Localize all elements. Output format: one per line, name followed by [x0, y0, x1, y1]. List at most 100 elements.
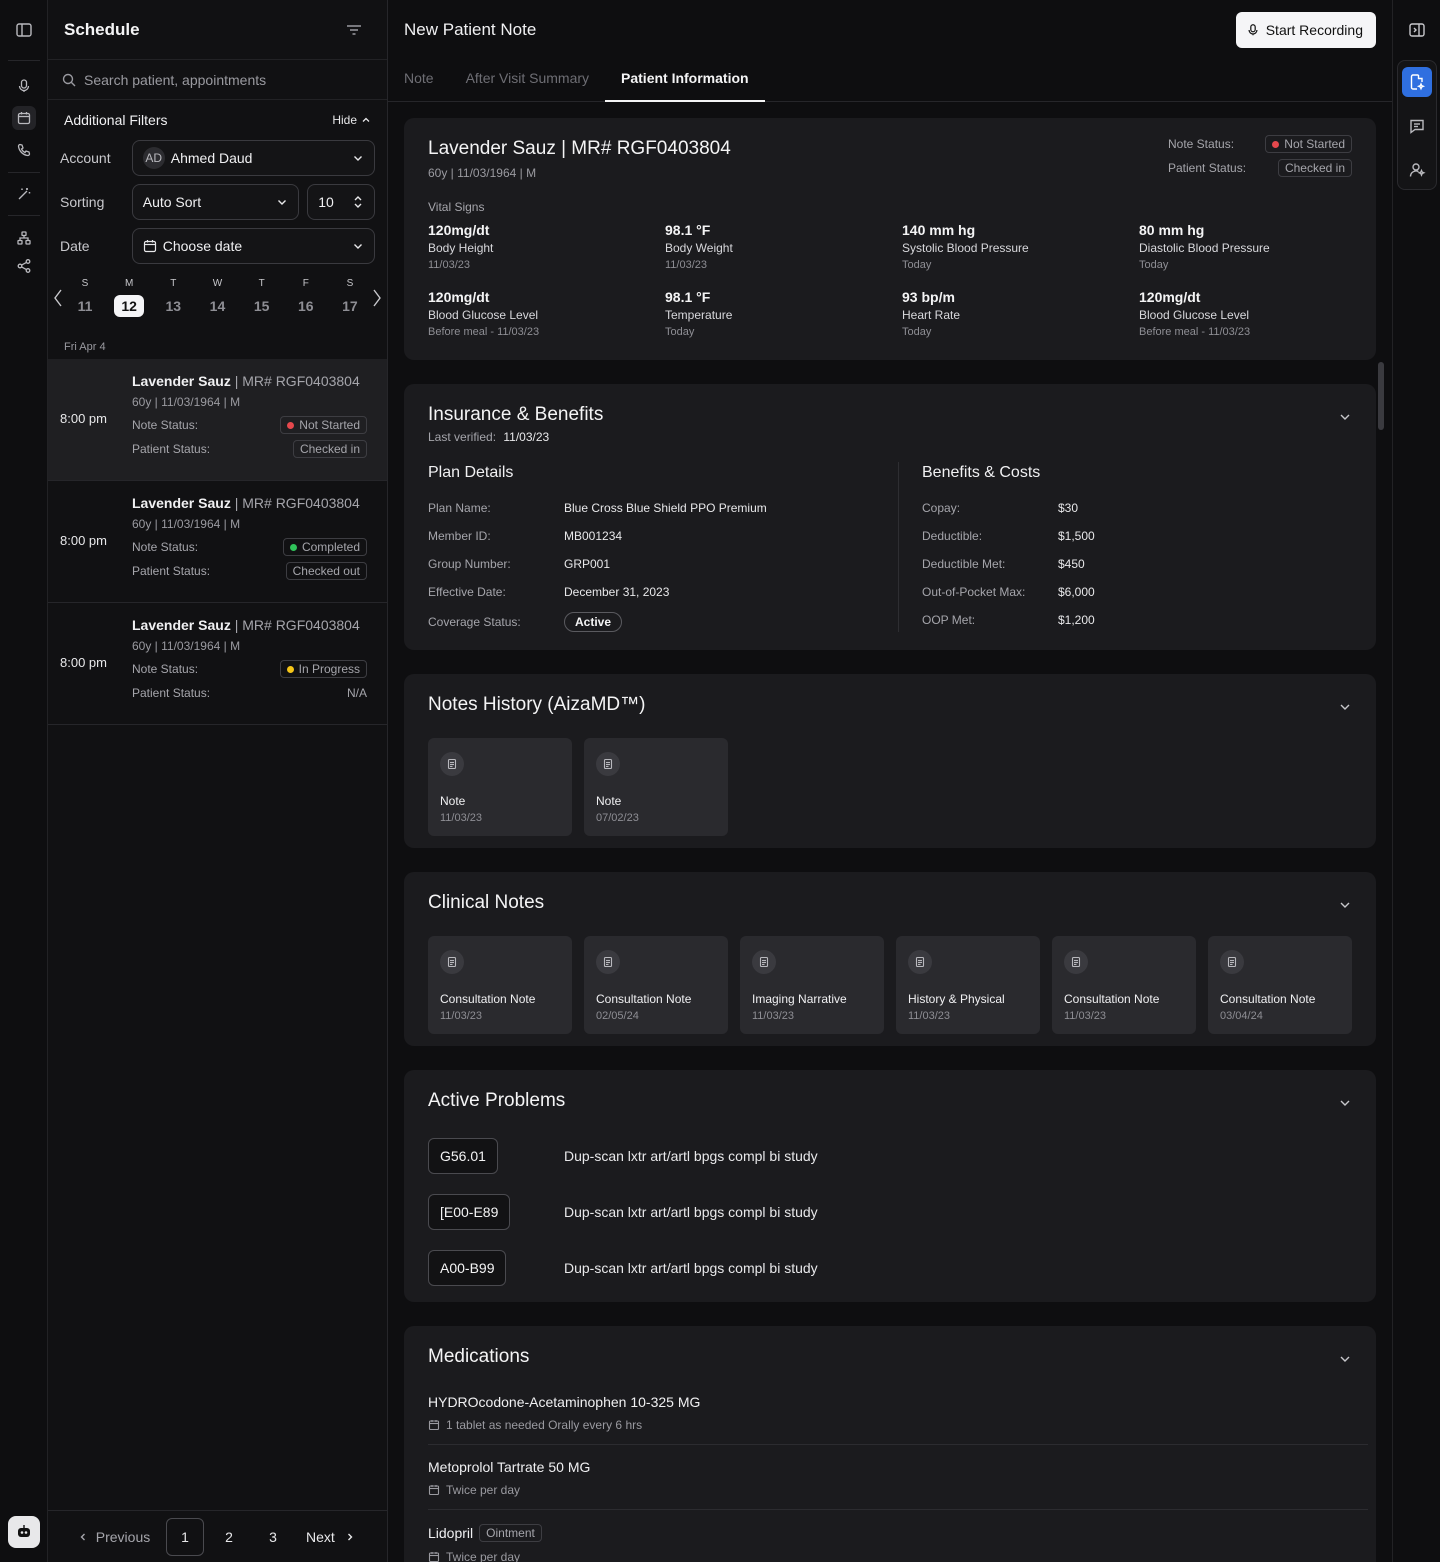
detail-label: Plan Name:	[428, 501, 491, 515]
user-sparkle-icon[interactable]	[1402, 155, 1432, 185]
chevron-down-icon[interactable]	[1338, 700, 1352, 714]
patient-status-block: Note Status: Not Started Patient Status:…	[1168, 134, 1352, 178]
calendar-day[interactable]: T 13	[158, 278, 188, 317]
page-2-button[interactable]: 2	[210, 1518, 248, 1556]
appointment-item[interactable]: 8:00 pm Lavender Sauz | MR# RGF0403804 60y…	[48, 603, 387, 725]
week-calendar: S 11 M 12 T 13 W 14 T 15 F 16 S 17	[48, 278, 387, 317]
vital-date: Before meal - 11/03/23	[1139, 326, 1251, 338]
note-tile[interactable]: Consultation Note 11/03/23	[1052, 936, 1196, 1034]
hide-filters-button[interactable]: Hide	[332, 113, 371, 127]
detail-label: Effective Date:	[428, 585, 506, 599]
clinical-notes-list: Consultation Note 11/03/23 Consultation No…	[428, 936, 1352, 1034]
patient-demographics: 60y | 11/03/1964 | M	[132, 639, 241, 653]
status-dot	[287, 421, 295, 429]
collapse-panel-icon[interactable]	[1408, 21, 1426, 39]
appointment-item[interactable]: 8:00 pm Lavender Sauz | MR# RGF0403804 60y…	[48, 481, 387, 603]
note-status-label: Note Status:	[132, 418, 199, 432]
detail-value: $6,000	[1058, 585, 1095, 599]
toggle-sidebar-icon[interactable]	[12, 18, 36, 42]
calendar-day[interactable]: T 15	[247, 278, 277, 317]
tab-note[interactable]: Note	[404, 60, 434, 102]
note-tile[interactable]: Note 07/02/23	[584, 738, 728, 836]
document-sparkle-icon[interactable]	[1402, 67, 1432, 97]
detail-value: $450	[1058, 557, 1085, 571]
chevron-down-icon[interactable]	[1338, 1352, 1352, 1366]
calendar-day[interactable]: F 16	[291, 278, 321, 317]
calendar-icon	[428, 1419, 440, 1431]
chevron-right-icon	[347, 1533, 353, 1540]
calendar-icon[interactable]	[12, 106, 36, 130]
appointment-item[interactable]: 8:00 pm Lavender Sauz | MR# RGF0403804 60y…	[48, 359, 387, 481]
microphone-icon[interactable]	[12, 74, 36, 98]
search-input[interactable]: Search patient, appointments	[84, 72, 266, 88]
document-icon	[440, 950, 464, 974]
calendar-date: 13	[165, 298, 182, 314]
calendar-weekday: W	[212, 278, 223, 289]
search-bar[interactable]: Search patient, appointments	[48, 60, 387, 100]
chevron-down-icon[interactable]	[1338, 1096, 1352, 1110]
tab-patient-information[interactable]: Patient Information	[605, 60, 765, 102]
note-tile[interactable]: Consultation Note 11/03/23	[428, 936, 572, 1034]
vital-sign: 120mg/dt Blood Glucose Level Before meal -…	[1139, 289, 1376, 338]
prev-week-icon[interactable]	[52, 286, 64, 310]
detail-row: Plan Name: Blue Cross Blue Shield PPO Pre…	[428, 494, 898, 522]
main-panel: New Patient Note Start Recording Note Af…	[388, 0, 1392, 1562]
calendar-weekday: T	[258, 278, 265, 289]
document-icon	[908, 950, 932, 974]
note-tile[interactable]: History & Physical 11/03/23	[896, 936, 1040, 1034]
next-week-icon[interactable]	[371, 286, 383, 310]
previous-page-button[interactable]: Previous	[68, 1529, 160, 1545]
chat-icon[interactable]	[1402, 111, 1432, 141]
calendar-day[interactable]: W 14	[202, 278, 232, 317]
account-name: Ahmed Daud	[170, 150, 253, 166]
appointment-patient: Lavender Sauz | MR# RGF0403804	[132, 495, 367, 511]
schedule-title: Schedule	[64, 19, 140, 39]
vital-value: 140 mm hg	[902, 222, 976, 238]
page-1-button[interactable]: 1	[166, 1517, 204, 1556]
appointment-time: 8:00 pm	[60, 655, 107, 670]
calendar-weekday: M	[124, 278, 134, 289]
problem-code[interactable]: A00-B99	[428, 1250, 507, 1286]
chevron-down-icon[interactable]	[1338, 410, 1352, 424]
note-tile[interactable]: Consultation Note 03/04/24	[1208, 936, 1352, 1034]
vital-value: 120mg/dt	[428, 222, 490, 238]
vital-sign: 140 mm hg Systolic Blood Pressure Today	[902, 222, 1139, 271]
calendar-weekday: T	[170, 278, 177, 289]
patient-mr: | MR# RGF0403804	[230, 495, 360, 511]
tab-after-visit-summary[interactable]: After Visit Summary	[466, 60, 589, 102]
filter-icon[interactable]	[345, 21, 363, 39]
date-select[interactable]: Choose date	[131, 228, 375, 264]
page-3-button[interactable]: 3	[254, 1518, 292, 1556]
problem-code[interactable]: [E00-E89	[428, 1194, 511, 1230]
note-tile[interactable]: Note 11/03/23	[428, 738, 572, 836]
problem-code[interactable]: G56.01	[428, 1138, 498, 1174]
medication-dosage: 1 tablet as needed Orally every 6 hrs	[446, 1418, 643, 1432]
calendar-day[interactable]: S 11	[70, 278, 100, 317]
magic-wand-icon[interactable]	[12, 182, 36, 206]
vital-value: 120mg/dt	[1139, 289, 1201, 305]
patient-mr: | MR# RGF0403804	[230, 617, 360, 633]
detail-value: $30	[1058, 501, 1079, 515]
vital-date: Before meal - 11/03/23	[428, 326, 540, 338]
start-recording-button[interactable]: Start Recording	[1235, 12, 1376, 48]
next-page-button[interactable]: Next	[306, 1529, 355, 1545]
patient-status-label: Patient Status:	[132, 442, 211, 456]
scrollbar-thumb[interactable]	[1378, 362, 1384, 430]
detail-label: Deductible:	[922, 529, 983, 543]
robot-avatar-icon[interactable]	[8, 1516, 40, 1548]
medication-name-row: HYDROcodone-Acetaminophen 10-325 MG	[428, 1394, 1368, 1410]
share-icon[interactable]	[12, 254, 36, 278]
calendar-weekday: S	[346, 278, 354, 289]
sorting-select[interactable]: Auto Sort	[131, 184, 300, 220]
calendar-day[interactable]: M 12	[114, 278, 145, 317]
vital-sign: 93 bp/m Heart Rate Today	[902, 289, 1139, 338]
account-select[interactable]: AD Ahmed Daud	[131, 140, 375, 176]
coverage-status-label: Coverage Status:	[428, 615, 521, 629]
chevron-down-icon[interactable]	[1338, 898, 1352, 912]
calendar-day[interactable]: S 17	[335, 278, 365, 317]
count-stepper[interactable]: 10	[307, 184, 376, 220]
note-tile[interactable]: Imaging Narrative 11/03/23	[740, 936, 884, 1034]
note-tile[interactable]: Consultation Note 02/05/24	[584, 936, 728, 1034]
phone-icon[interactable]	[12, 138, 36, 162]
org-chart-icon[interactable]	[12, 226, 36, 250]
